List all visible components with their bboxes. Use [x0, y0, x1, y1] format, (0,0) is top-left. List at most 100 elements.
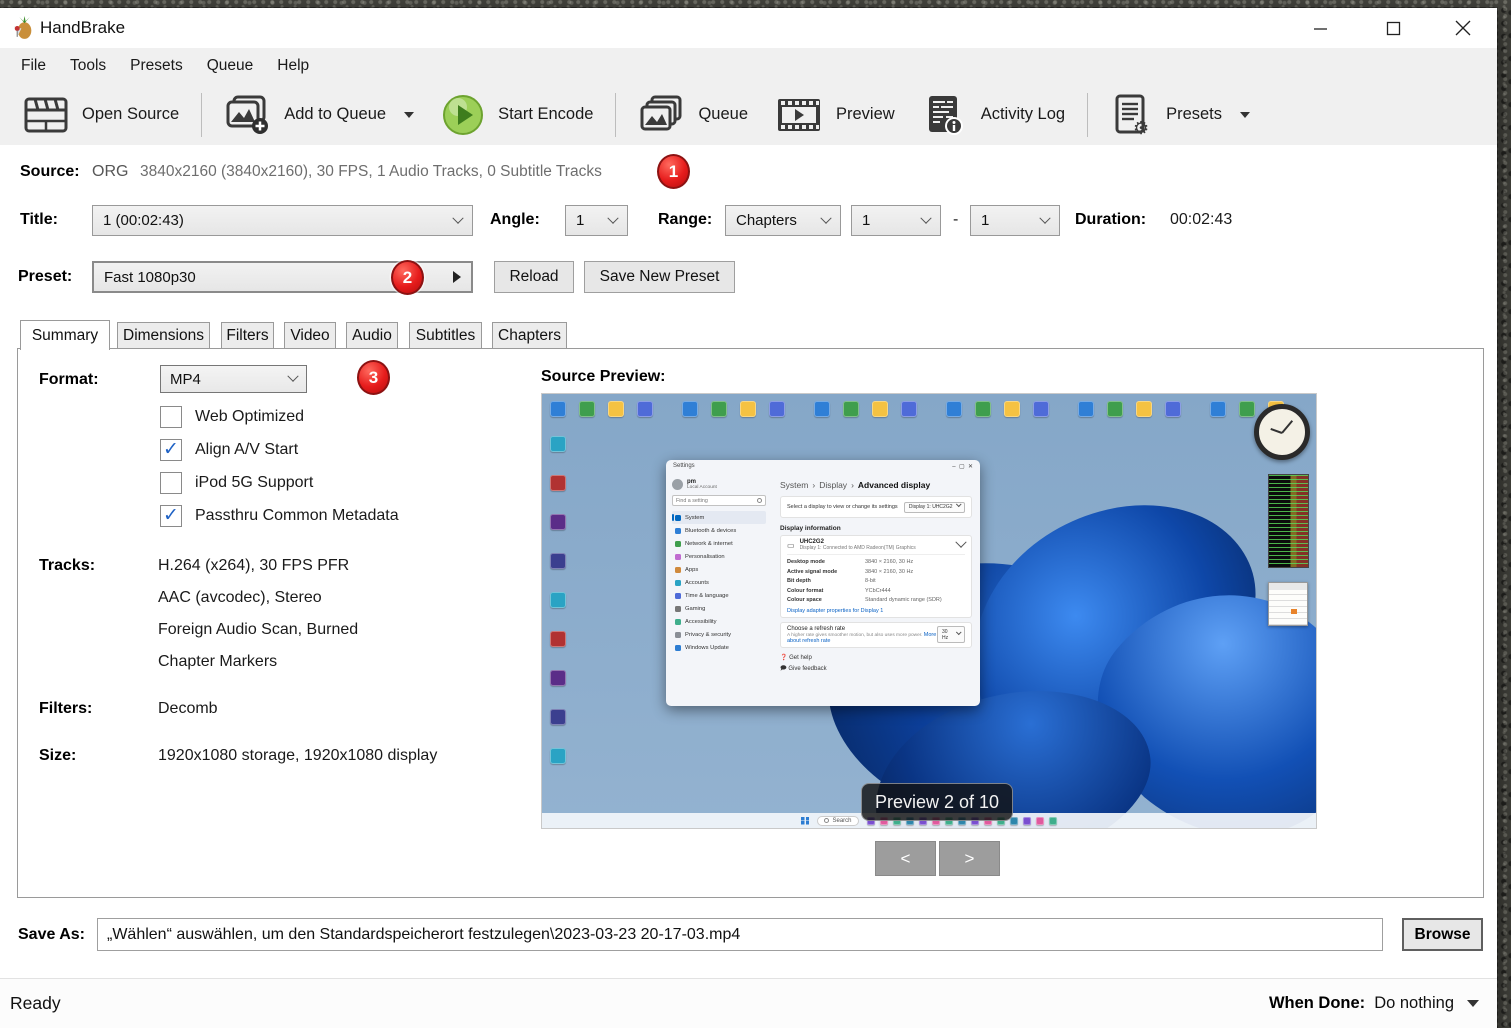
menu-queue[interactable]: Queue	[195, 48, 266, 84]
tab-subtitles[interactable]: Subtitles	[409, 322, 482, 349]
align-av-start-label: Align A/V Start	[195, 441, 298, 459]
system-icon	[675, 515, 681, 521]
activity-log-label: Activity Log	[981, 105, 1065, 124]
web-optimized-checkbox[interactable]	[160, 406, 182, 428]
size-label: Size:	[39, 747, 76, 765]
tab-summary[interactable]: Summary	[20, 320, 110, 350]
ipod-5g-support-label: iPod 5G Support	[195, 474, 313, 492]
format-select[interactable]: MP4	[160, 365, 307, 393]
queue-button[interactable]: Queue	[624, 87, 762, 143]
window-title: HandBrake	[40, 8, 125, 48]
tab-filters[interactable]: Filters	[221, 322, 274, 349]
minimize-button[interactable]	[1295, 8, 1345, 48]
start-encode-button[interactable]: Start Encode	[428, 87, 607, 143]
size-value: 1920x1080 storage, 1920x1080 display	[158, 747, 437, 765]
title-select[interactable]: 1 (00:02:43)	[92, 205, 473, 236]
tab-audio[interactable]: Audio	[346, 322, 398, 349]
presets-button[interactable]: ⚙ Presets	[1096, 87, 1264, 143]
source-preview-image: Settings – ▢ ✕ pm Local Account Find a s…	[541, 393, 1317, 829]
range-to-value: 1	[981, 212, 1041, 229]
when-done-dropdown[interactable]: When Done: Do nothing	[1269, 979, 1479, 1027]
summary-panel: Format: MP4 Web Optimized ✓ Align A/V St…	[17, 348, 1484, 898]
menu-presets[interactable]: Presets	[118, 48, 195, 84]
source-preview-label: Source Preview:	[541, 368, 666, 386]
range-type-select[interactable]: Chapters	[725, 205, 841, 236]
start-encode-label: Start Encode	[498, 105, 593, 124]
display-dropdown: Display 1: UHC2G2	[904, 502, 965, 513]
align-av-start-checkbox[interactable]: ✓	[160, 439, 182, 461]
ipod-5g-support-checkbox[interactable]	[160, 472, 182, 494]
option-passthru-common-metadata[interactable]: ✓ Passthru Common Metadata	[160, 504, 399, 528]
windows-update-icon	[675, 645, 681, 651]
angle-select[interactable]: 1	[565, 205, 628, 236]
menu-file[interactable]: File	[9, 48, 58, 84]
option-align-av-start[interactable]: ✓ Align A/V Start	[160, 438, 298, 462]
settings-nav-network: Network & internet	[672, 537, 766, 550]
search-icon	[757, 498, 762, 503]
save-new-preset-button[interactable]: Save New Preset	[584, 261, 735, 293]
settings-nav-accounts: Accounts	[672, 576, 766, 589]
menu-help[interactable]: Help	[265, 48, 321, 84]
annotation-badge-2: 2	[391, 260, 424, 295]
tab-chapters[interactable]: Chapters	[492, 322, 567, 349]
option-ipod-5g-support[interactable]: iPod 5G Support	[160, 471, 313, 495]
settings-window: Settings – ▢ ✕ pm Local Account Find a s…	[666, 460, 980, 706]
open-source-button[interactable]: Open Source	[10, 87, 193, 143]
handbrake-window: HandBrake File Tools Presets Queue Help …	[0, 8, 1497, 1028]
source-name: ORG	[92, 163, 128, 181]
reload-button[interactable]: Reload	[494, 261, 574, 293]
tracks-label: Tracks:	[39, 557, 95, 575]
range-from-value: 1	[862, 212, 922, 229]
maximize-button[interactable]	[1368, 8, 1418, 48]
range-to-select[interactable]: 1	[970, 205, 1060, 236]
chevron-down-icon	[1039, 212, 1050, 223]
range-from-select[interactable]: 1	[851, 205, 941, 236]
menu-tools[interactable]: Tools	[58, 48, 118, 84]
chevron-down-icon	[1467, 1000, 1479, 1007]
activity-log-button[interactable]: Activity Log	[909, 87, 1079, 143]
format-select-value: MP4	[170, 371, 289, 388]
title-select-value: 1 (00:02:43)	[103, 212, 454, 229]
tab-dimensions[interactable]: Dimensions	[117, 322, 210, 349]
tab-video[interactable]: Video	[284, 322, 336, 349]
option-web-optimized[interactable]: Web Optimized	[160, 405, 304, 429]
windows-logo-icon	[801, 817, 809, 825]
source-label: Source:	[20, 163, 80, 181]
angle-select-value: 1	[576, 212, 609, 229]
annotation-badge-1: 1	[657, 154, 690, 189]
chevron-down-icon	[1240, 112, 1250, 118]
add-to-queue-label: Add to Queue	[284, 105, 386, 124]
previous-preview-button[interactable]: <	[875, 841, 936, 876]
titlebar: HandBrake	[0, 8, 1497, 48]
preview-button[interactable]: Preview	[762, 87, 909, 143]
clapperboard-icon	[24, 96, 68, 134]
play-circle-icon	[442, 94, 484, 136]
handbrake-logo-icon	[11, 16, 36, 41]
search-icon	[824, 818, 829, 823]
desktop-icons-column	[550, 436, 566, 764]
add-to-queue-button[interactable]: Add to Queue	[210, 87, 428, 143]
settings-nav-system: System	[672, 511, 766, 524]
next-preview-button[interactable]: >	[939, 841, 1000, 876]
settings-breadcrumb: System› Display› Advanced display	[780, 480, 972, 490]
time-language-icon	[675, 593, 681, 599]
settings-user: pm Local Account	[672, 479, 766, 490]
desktop-icons-row	[550, 401, 1284, 417]
close-button[interactable]	[1438, 8, 1488, 48]
filters-label: Filters:	[39, 700, 92, 718]
browse-button[interactable]: Browse	[1402, 918, 1483, 951]
presets-label: Presets	[1166, 105, 1222, 124]
passthru-common-metadata-checkbox[interactable]: ✓	[160, 505, 182, 527]
settings-nav-gaming: Gaming	[672, 602, 766, 615]
passthru-common-metadata-label: Passthru Common Metadata	[195, 507, 399, 525]
range-separator: -	[953, 211, 958, 229]
settings-titlebar: Settings – ▢ ✕	[666, 460, 980, 475]
give-feedback-link: 🗩 Give feedback	[780, 664, 972, 674]
settings-nav-windows-update: Windows Update	[672, 641, 766, 654]
format-label: Format:	[39, 371, 99, 389]
toolbar-separator	[1087, 93, 1088, 137]
save-as-input[interactable]	[97, 918, 1383, 951]
settings-nav-privacy: Privacy & security	[672, 628, 766, 641]
preview-counter-overlay: Preview 2 of 10	[861, 783, 1013, 821]
settings-nav-accessibility: Accessibility	[672, 615, 766, 628]
